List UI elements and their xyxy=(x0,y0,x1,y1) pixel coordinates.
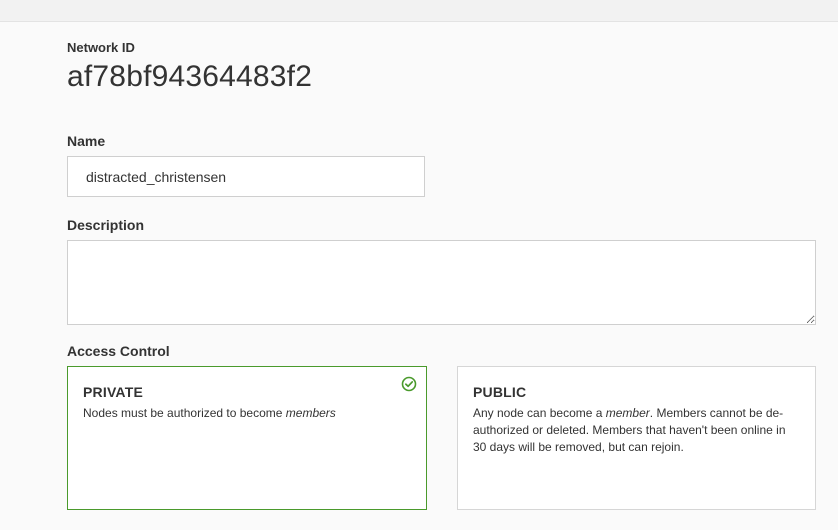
network-id-value: af78bf94364483f2 xyxy=(67,60,313,93)
private-desc-emphasis: members xyxy=(285,406,336,420)
top-bar xyxy=(0,0,838,22)
access-control-label: Access Control xyxy=(67,343,170,359)
check-circle-icon xyxy=(401,376,417,392)
public-description: Any node can become a member. Members ca… xyxy=(473,405,800,456)
name-input[interactable] xyxy=(67,156,425,197)
public-desc-emphasis: member xyxy=(605,406,650,420)
public-title: PUBLIC xyxy=(473,384,527,400)
access-private-option[interactable]: PRIVATE Nodes must be authorized to beco… xyxy=(67,366,427,510)
network-id-label: Network ID xyxy=(67,40,135,55)
private-title: PRIVATE xyxy=(83,384,143,400)
public-desc-text: Any node can become a xyxy=(473,406,606,420)
private-description: Nodes must be authorized to become membe… xyxy=(83,405,411,422)
name-label: Name xyxy=(67,133,106,149)
description-label: Description xyxy=(67,217,145,233)
access-public-option[interactable]: PUBLIC Any node can become a member. Mem… xyxy=(457,366,816,510)
description-textarea[interactable] xyxy=(67,240,816,325)
private-desc-text: Nodes must be authorized to become xyxy=(83,406,286,420)
